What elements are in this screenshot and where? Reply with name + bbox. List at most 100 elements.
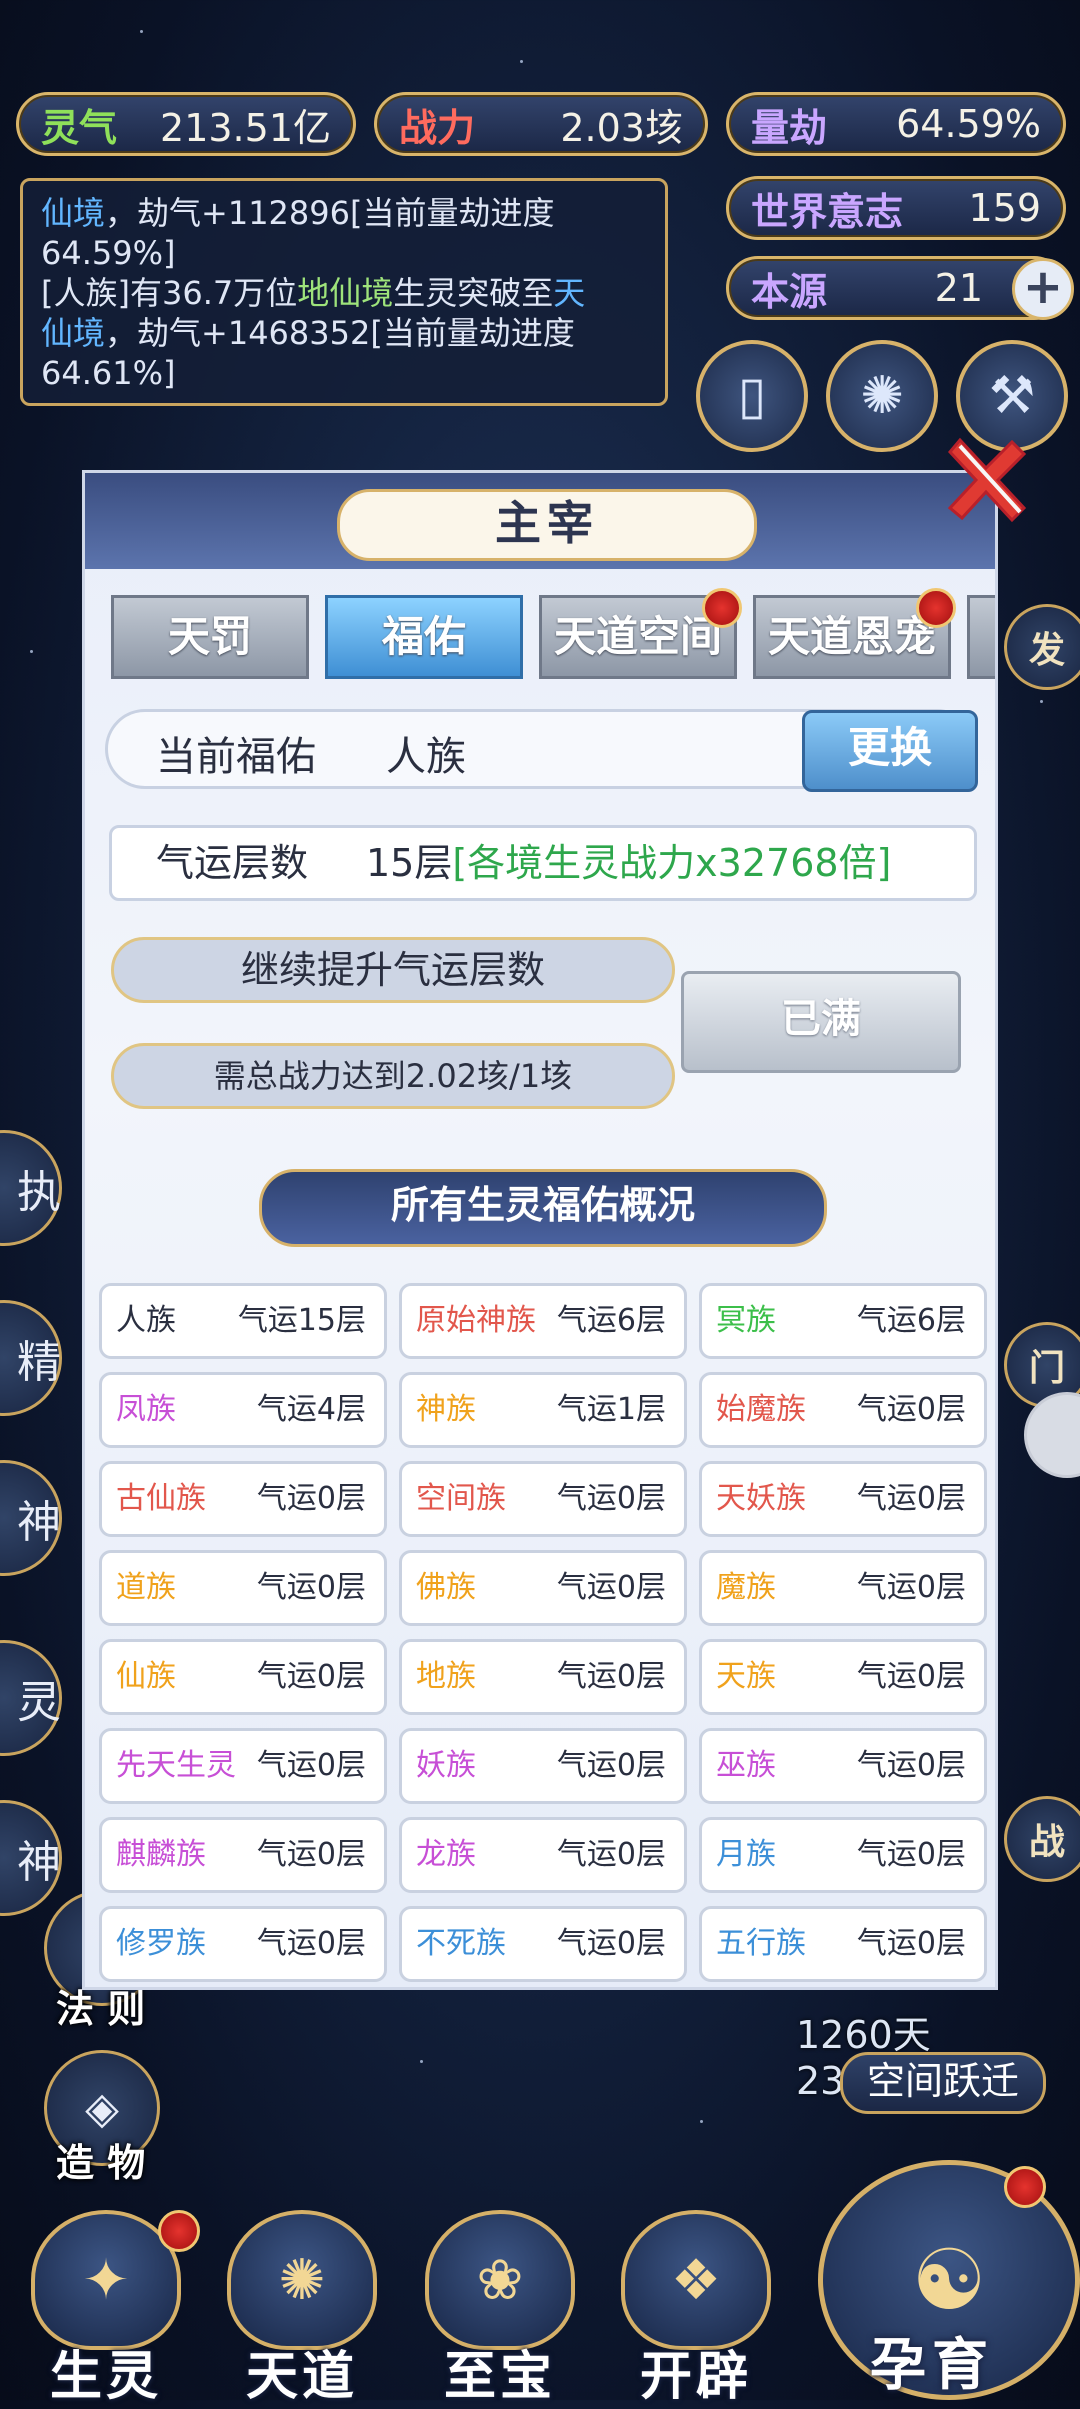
stat-benyuan-value: 21 (934, 266, 983, 310)
race-card[interactable]: 先天生灵 气运0层 (99, 1728, 387, 1804)
change-button[interactable]: 更换 (802, 710, 978, 792)
full-button[interactable]: 已满 (681, 971, 961, 1073)
requirement-label: 需总战力达到2.02垓/1垓 (111, 1043, 675, 1109)
race-card[interactable]: 佛族 气运0层 (399, 1550, 687, 1626)
race-fortune: 气运0层 (856, 1392, 966, 1427)
tab-label: 天道恩宠 (767, 612, 936, 661)
race-card[interactable]: 始魔族 气运0层 (699, 1372, 987, 1448)
race-fortune: 气运0层 (556, 1926, 666, 1961)
scroll-icon[interactable]: ▯ (696, 340, 808, 452)
race-name: 原始神族 (416, 1303, 536, 1338)
race-card[interactable]: 道族 气运0层 (99, 1550, 387, 1626)
space-jump-button[interactable]: 空间跃迁 (840, 2052, 1046, 2114)
race-card[interactable]: 魔族 气运0层 (699, 1550, 987, 1626)
log-text: 64.59%] (41, 234, 176, 272)
race-card[interactable]: 凤族 气运4层 (99, 1372, 387, 1448)
race-card[interactable]: 古仙族 气运0层 (99, 1461, 387, 1537)
upgrade-fortune-text: 继续提升气运层数 (240, 948, 545, 992)
tab-tiandao-favor[interactable]: 天道恩宠 (753, 588, 956, 679)
race-name: 修罗族 (116, 1926, 206, 1961)
upgrade-fortune-label: 继续提升气运层数 (111, 937, 675, 1003)
stat-shijie-label: 世界意志 (751, 189, 904, 234)
race-card[interactable]: 神族 气运1层 (399, 1372, 687, 1448)
lotus-icon: ❀ (425, 2210, 575, 2350)
race-card[interactable]: 人族 气运15层 (99, 1283, 387, 1359)
race-card[interactable]: 原始神族 气运6层 (399, 1283, 687, 1359)
notification-dot (1004, 2166, 1046, 2208)
race-card[interactable]: 地族 气运0层 (399, 1639, 687, 1715)
stat-shijie-value: 159 (968, 186, 1041, 230)
race-fortune: 气运0层 (856, 1570, 966, 1605)
race-fortune: 气运1层 (556, 1392, 666, 1427)
left-button-1[interactable]: 执 (0, 1130, 62, 1246)
vortex-icon[interactable]: ✺ (826, 340, 938, 452)
race-fortune: 气运6层 (556, 1303, 666, 1338)
left-button-label: 灵 (17, 1677, 61, 1728)
race-fortune: 气运0层 (556, 1570, 666, 1605)
left-button-2[interactable]: 精 (0, 1300, 62, 1416)
race-fortune: 气运0层 (856, 1659, 966, 1694)
left-button-4[interactable]: 灵 (0, 1640, 62, 1756)
requirement-text: 需总战力达到2.02垓/1垓 (213, 1057, 573, 1095)
crystal-icon: ❖ (621, 2210, 771, 2350)
tab-label: 天罚 (167, 612, 252, 661)
race-name: 神族 (416, 1392, 476, 1427)
race-name: 先天生灵 (116, 1748, 236, 1783)
side-button-zhan[interactable]: 战 (1004, 1796, 1080, 1882)
tab-tianfa[interactable]: 天罚 (111, 595, 309, 679)
race-fortune: 气运0层 (256, 1481, 366, 1516)
nav-zhibao[interactable]: ❀ 至宝 (410, 2210, 590, 2407)
race-card[interactable]: 仙族 气运0层 (99, 1639, 387, 1715)
race-fortune: 气运0层 (256, 1748, 366, 1783)
nav-label: 至宝 (443, 2347, 556, 2407)
current-blessing-label: 当前福佑 (156, 734, 316, 780)
race-card[interactable]: 冥族 气运6层 (699, 1283, 987, 1359)
notification-dot (702, 588, 742, 628)
notification-dot (158, 2210, 200, 2252)
tab-overflow[interactable] (967, 595, 995, 679)
left-button-5[interactable]: 神 (0, 1800, 62, 1916)
event-log: 仙境，劫气+112896[当前量劫进度 64.59%] [人族]有36.7万位地… (20, 178, 668, 406)
race-card[interactable]: 巫族 气运0层 (699, 1728, 987, 1804)
dominate-panel: 主宰 天罚 福佑 天道空间 天道恩宠 当前福佑 人族 更换 气运层数 15层[各… (82, 470, 998, 1990)
add-benyuan-button[interactable]: + (1012, 258, 1074, 320)
race-name: 不死族 (416, 1926, 506, 1961)
log-text: 64.61%] (41, 354, 176, 392)
create-label: 造 物 (56, 2141, 146, 2185)
nav-tiandao[interactable]: ✺ 天道 (212, 2210, 392, 2407)
notification-dot (916, 588, 956, 628)
left-button-3[interactable]: 神 (0, 1460, 62, 1576)
race-card[interactable]: 不死族 气运0层 (399, 1906, 687, 1982)
race-fortune: 气运4层 (256, 1392, 366, 1427)
nav-kaipi[interactable]: ❖ 开辟 (606, 2210, 786, 2407)
log-text: 生灵突破至 (393, 274, 554, 312)
race-fortune: 气运0层 (556, 1481, 666, 1516)
log-realm: 天 (553, 274, 586, 312)
race-card[interactable]: 天族 气运0层 (699, 1639, 987, 1715)
race-card[interactable]: 龙族 气运0层 (399, 1817, 687, 1893)
nurture-label: 孕育 (870, 2333, 994, 2398)
race-card[interactable]: 修罗族 气运0层 (99, 1906, 387, 1982)
side-button-fa[interactable]: 发 (1004, 604, 1080, 690)
fortune-bonus: [各境生灵战力x32768倍] (452, 841, 892, 885)
race-fortune: 气运0层 (856, 1481, 966, 1516)
race-name: 魔族 (716, 1570, 776, 1605)
log-realm: 地仙境 (297, 274, 394, 312)
stat-lingqi-label: 灵气 (41, 105, 118, 150)
close-icon[interactable] (936, 432, 1032, 528)
tab-tiandao-space[interactable]: 天道空间 (539, 588, 742, 679)
race-card[interactable]: 妖族 气运0层 (399, 1728, 687, 1804)
stat-zhanli-label: 战力 (399, 105, 476, 150)
swirl-icon: ✺ (227, 2210, 377, 2350)
fortune-level-value: 15层 (366, 841, 453, 885)
race-name: 麒麟族 (116, 1837, 206, 1872)
race-card[interactable]: 月族 气运0层 (699, 1817, 987, 1893)
nav-label: 生灵 (49, 2347, 162, 2407)
race-card[interactable]: 麒麟族 气运0层 (99, 1817, 387, 1893)
race-card[interactable]: 空间族 气运0层 (399, 1461, 687, 1537)
race-card[interactable]: 天妖族 气运0层 (699, 1461, 987, 1537)
embryo-icon: ☯ (911, 2231, 987, 2329)
tab-fuyou[interactable]: 福佑 (325, 595, 523, 679)
fortune-level-row: 气运层数 15层[各境生灵战力x32768倍] (109, 825, 977, 901)
race-card[interactable]: 五行族 气运0层 (699, 1906, 987, 1982)
